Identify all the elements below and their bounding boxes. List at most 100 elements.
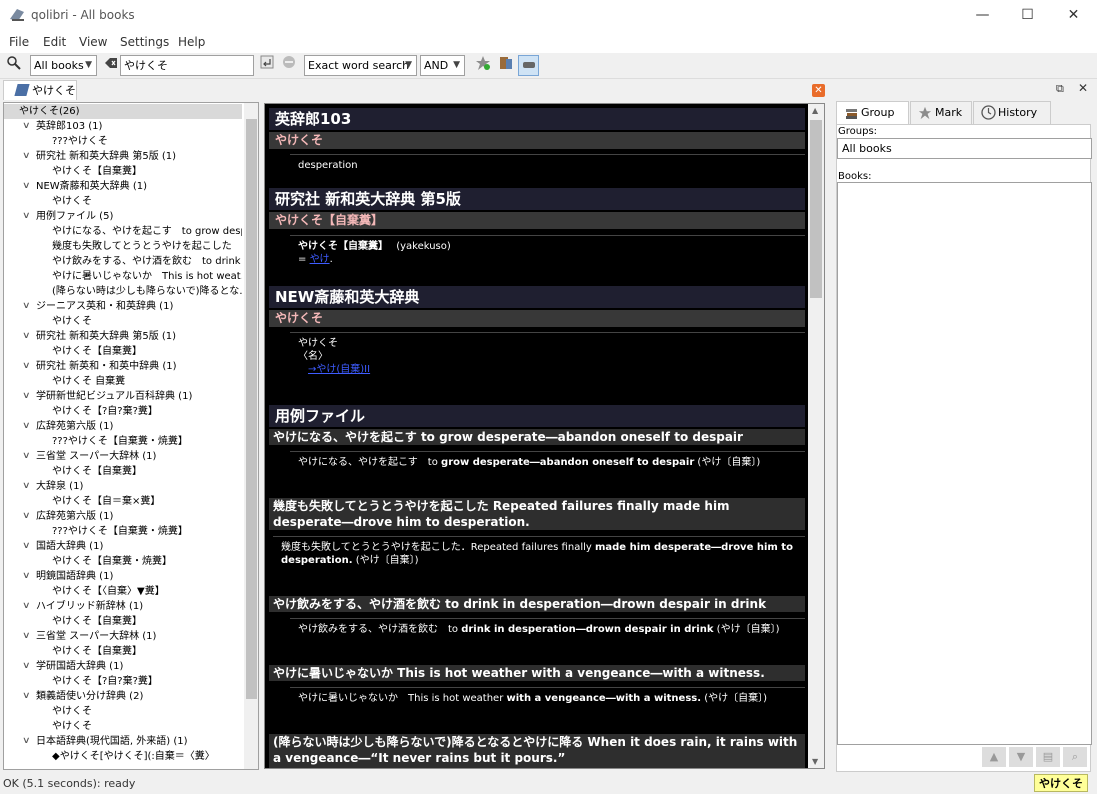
tree-entry-item[interactable]: (降らない時は少しも降らないで)降るとな… (4, 284, 242, 299)
close-dock-icon[interactable]: ✕ (1078, 81, 1088, 95)
chevron-down-icon[interactable]: ∨ (22, 479, 31, 494)
tree-entry-item[interactable]: やけくそ (4, 704, 242, 719)
result-tree[interactable]: やけくそ(26) 英辞郎103 (1) ∨ ???やけくそ 研究社 新和英大辞典 第5版… (3, 102, 259, 770)
menu-settings[interactable]: Settings (120, 35, 169, 49)
chevron-down-icon[interactable]: ∨ (22, 179, 31, 194)
chevron-down-icon[interactable]: ∨ (22, 689, 31, 704)
menu-file[interactable]: File (9, 35, 29, 49)
menu-edit[interactable]: Edit (43, 35, 66, 49)
chevron-down-icon[interactable]: ∨ (22, 419, 31, 434)
tree-group-item[interactable]: 英辞郎103 (1) ∨ (4, 119, 242, 134)
tab-group[interactable]: Group (836, 101, 909, 125)
tree-entry-item[interactable]: ◆やけくそ[やけくそ](:自棄＝〈糞〉 (4, 749, 242, 764)
tree-entry-item[interactable]: やけくそ【?自?棄?糞】 (4, 404, 242, 419)
tree-group-item[interactable]: 広辞苑第六版 (1) ∨ (4, 509, 242, 524)
tree-entry-item[interactable]: やけになる、やけを起こす to grow desp… (4, 224, 242, 239)
tree-entry-item[interactable]: やけくそ (4, 194, 242, 209)
tree-scrollbar[interactable] (244, 103, 258, 769)
menu-view[interactable]: View (79, 35, 107, 49)
stop-search-icon[interactable] (278, 55, 299, 76)
tree-entry-item[interactable]: やけくそ【?自?棄?糞】 (4, 674, 242, 689)
tab-search-result[interactable]: やけくそ (3, 80, 77, 100)
tree-group-item[interactable]: 用例ファイル (5) ∨ (4, 209, 242, 224)
tree-group-item[interactable]: 三省堂 スーパー大辞林 (1) ∨ (4, 449, 242, 464)
chevron-down-icon[interactable]: ∨ (22, 599, 31, 614)
tree-group-item[interactable]: 三省堂 スーパー大辞林 (1) ∨ (4, 629, 242, 644)
float-dock-icon[interactable]: ⧉ (1056, 82, 1064, 96)
tree-entry-item[interactable]: やけくそ【自棄糞】 (4, 464, 242, 479)
maximize-button[interactable]: ☐ (1005, 0, 1050, 30)
entry-link[interactable]: やけ (310, 254, 330, 265)
search-input[interactable]: やけくそ (120, 55, 254, 76)
search-dock-toggle-icon[interactable] (3, 55, 24, 76)
books-list[interactable] (837, 182, 1092, 745)
tree-entry-item[interactable]: ???やけくそ【自棄糞・焼糞】 (4, 434, 242, 449)
chevron-down-icon[interactable]: ∨ (22, 569, 31, 584)
chevron-down-icon[interactable]: ∨ (22, 539, 31, 554)
tree-group-item[interactable]: 研究社 新和英大辞典 第5版 (1) ∨ (4, 329, 242, 344)
scroll-down-icon[interactable]: ▼ (812, 757, 818, 766)
toggle-dock-icon[interactable] (518, 55, 539, 76)
tree-group-item[interactable]: 大辞泉 (1) ∨ (4, 479, 242, 494)
tree-entry-item[interactable]: やけくそ【自棄糞】 (4, 164, 242, 179)
tree-entry-item[interactable]: やけ飲みをする、やけ酒を飲む to drink i… (4, 254, 242, 269)
tree-group-item[interactable]: 広辞苑第六版 (1) ∨ (4, 419, 242, 434)
tree-group-item[interactable]: 学研国語大辞典 (1) ∨ (4, 659, 242, 674)
chevron-down-icon[interactable]: ∨ (22, 389, 31, 404)
book-info-icon[interactable] (495, 55, 516, 76)
tree-entry-item[interactable]: やけくそ【自棄糞】 (4, 614, 242, 629)
tree-entry-item[interactable]: やけくそ【自棄糞】 (4, 344, 242, 359)
tree-entry-item[interactable]: 幾度も失敗してとうとうやけを起こした R… (4, 239, 242, 254)
chevron-down-icon[interactable]: ∨ (22, 119, 31, 134)
minimize-button[interactable]: — (960, 0, 1005, 30)
chevron-down-icon[interactable]: ∨ (22, 359, 31, 374)
tab-mark[interactable]: Mark (910, 101, 972, 124)
move-down-icon[interactable]: ▼ (1009, 747, 1033, 767)
tree-entry-item[interactable]: やけくそ (4, 314, 242, 329)
chevron-down-icon[interactable]: ∨ (22, 209, 31, 224)
scroll-up-icon[interactable]: ▲ (812, 106, 818, 115)
tree-group-item[interactable]: 学研新世紀ビジュアル百科辞典 (1) ∨ (4, 389, 242, 404)
tab-history[interactable]: History (973, 101, 1051, 124)
tree-group-item[interactable]: ジーニアス英和・和英辞典 (1) ∨ (4, 299, 242, 314)
move-up-icon[interactable]: ▲ (982, 747, 1006, 767)
chevron-down-icon[interactable]: ∨ (22, 299, 31, 314)
add-mark-icon[interactable] (472, 55, 493, 76)
chevron-down-icon[interactable]: ∨ (22, 449, 31, 464)
chevron-down-icon[interactable]: ∨ (22, 329, 31, 344)
tree-group-item[interactable]: 国語大辞典 (1) ∨ (4, 539, 242, 554)
scroll-thumb[interactable] (246, 119, 257, 699)
enter-search-icon[interactable] (256, 55, 277, 76)
book-search-icon[interactable]: ⌕ (1063, 747, 1087, 767)
clear-search-icon[interactable] (100, 55, 121, 76)
content-view[interactable]: 英辞郎103 やけくそ desperation 研究社 新和英大辞典 第5版 や… (264, 103, 825, 769)
tree-entry-item[interactable]: やけくそ 自棄糞 (4, 374, 242, 389)
tree-group-item[interactable]: ハイブリッド新辞林 (1) ∨ (4, 599, 242, 614)
tree-entry-item[interactable]: やけくそ【自＝棄×糞】 (4, 494, 242, 509)
chevron-down-icon[interactable]: ∨ (22, 734, 31, 749)
close-window-button[interactable]: ✕ (1051, 0, 1096, 30)
tree-root[interactable]: やけくそ(26) (4, 104, 242, 119)
chevron-down-icon[interactable]: ∨ (22, 659, 31, 674)
tree-group-item[interactable]: 類義語使い分け辞典 (2) ∨ (4, 689, 242, 704)
tree-group-item[interactable]: 研究社 新英和・和英中辞典 (1) ∨ (4, 359, 242, 374)
tree-entry-item[interactable]: やけくそ【自棄糞】 (4, 644, 242, 659)
tree-group-item[interactable]: 研究社 新和英大辞典 第5版 (1) ∨ (4, 149, 242, 164)
tree-entry-item[interactable]: やけくそ (4, 719, 242, 734)
book-menu-icon[interactable]: ▤ (1036, 747, 1060, 767)
chevron-down-icon[interactable]: ∨ (22, 149, 31, 164)
entry-link[interactable]: →やけ(自棄)II (308, 364, 370, 375)
tree-group-item[interactable]: 日本語辞典(現代国語, 外来語) (1) ∨ (4, 734, 242, 749)
scroll-thumb[interactable] (810, 120, 822, 298)
tree-group-item[interactable]: 明鏡国語辞典 (1) ∨ (4, 569, 242, 584)
chevron-down-icon[interactable]: ∨ (22, 629, 31, 644)
tree-entry-item[interactable]: ???やけくそ (4, 134, 242, 149)
search-method-select[interactable]: Exact word search ▼ (304, 55, 417, 76)
groups-select[interactable]: All books (837, 138, 1092, 159)
tree-entry-item[interactable]: やけくそ【自棄糞・焼糞】 (4, 554, 242, 569)
content-scrollbar[interactable]: ▲ ▼ (808, 104, 824, 768)
logic-select[interactable]: AND ▼ (420, 55, 465, 76)
chevron-down-icon[interactable]: ∨ (22, 509, 31, 524)
tree-entry-item[interactable]: ???やけくそ【自棄糞・焼糞】 (4, 524, 242, 539)
tree-entry-item[interactable]: やけくそ【〈自棄〉▼糞】 (4, 584, 242, 599)
